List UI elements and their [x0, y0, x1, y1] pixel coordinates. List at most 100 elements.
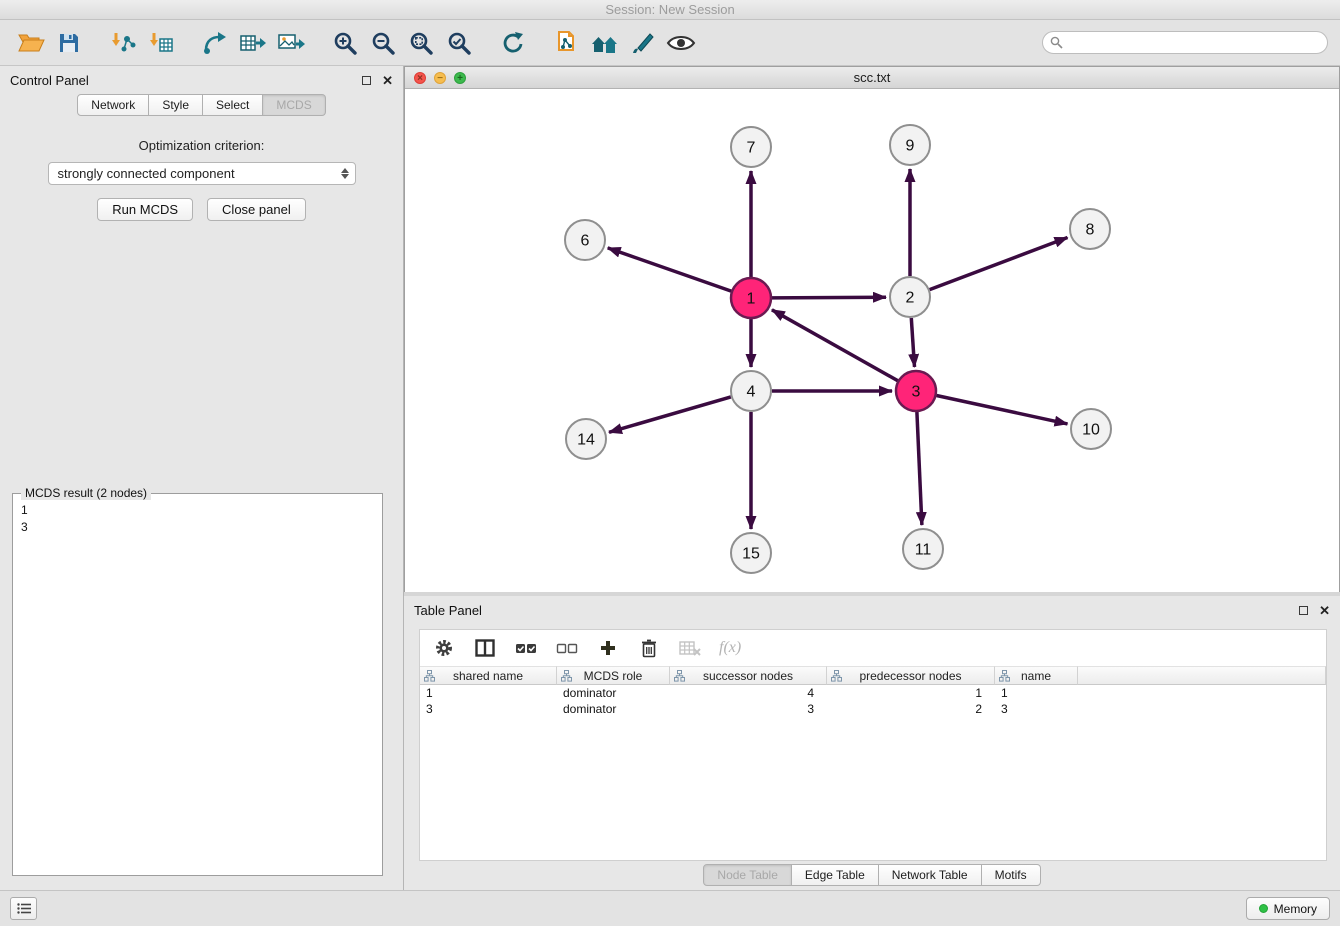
delete-column-icon[interactable] — [637, 636, 661, 660]
column-header-successor_nodes[interactable]: successor nodes — [670, 666, 827, 685]
refresh-view-icon[interactable] — [494, 24, 532, 62]
open-file-icon[interactable] — [12, 24, 50, 62]
network-view-window: × − + scc.txt 7 9 6 8 1 2 4 3 14 10 15 11 — [404, 66, 1340, 592]
node-4[interactable]: 4 — [731, 371, 771, 411]
tab-network-table[interactable]: Network Table — [879, 864, 982, 886]
node-table: f(x) shared nameMCDS rolesuccessor nodes… — [419, 629, 1327, 861]
maximize-window-icon[interactable]: + — [454, 72, 466, 84]
node-6[interactable]: 6 — [565, 220, 605, 260]
column-header-predecessor_nodes[interactable]: predecessor nodes — [827, 666, 995, 685]
window-title: Session: New Session — [605, 2, 734, 17]
network-view-title: scc.txt — [854, 70, 891, 85]
column-header-name[interactable]: name — [995, 666, 1078, 685]
memory-button[interactable]: Memory — [1246, 897, 1330, 920]
network-canvas[interactable]: 7 9 6 8 1 2 4 3 14 10 15 11 — [405, 89, 1339, 592]
close-panel-icon[interactable]: ✕ — [382, 76, 393, 85]
close-panel-button[interactable]: Close panel — [207, 198, 306, 221]
column-header-shared_name[interactable]: shared name — [420, 666, 557, 685]
tab-select[interactable]: Select — [203, 94, 263, 116]
node-label: 7 — [747, 140, 756, 157]
function-builder-icon: f(x) — [719, 639, 741, 657]
add-column-icon[interactable] — [596, 636, 620, 660]
zoom-in-icon[interactable] — [326, 24, 364, 62]
node-label: 11 — [915, 542, 932, 559]
clone-network-icon[interactable] — [548, 24, 586, 62]
zoom-out-icon[interactable] — [364, 24, 402, 62]
criterion-select-value: strongly connected component — [58, 166, 235, 181]
node-label: 14 — [577, 432, 595, 449]
run-mcds-button[interactable]: Run MCDS — [97, 198, 193, 221]
result-line: 1 — [21, 502, 374, 519]
node-10[interactable]: 10 — [1071, 409, 1111, 449]
node-9[interactable]: 9 — [890, 125, 930, 165]
table-header-row: shared nameMCDS rolesuccessor nodesprede… — [420, 666, 1326, 685]
node-11[interactable]: 11 — [903, 529, 943, 569]
cell-shared_name: 3 — [420, 702, 557, 716]
status-bar: Memory — [0, 890, 1340, 926]
zoom-fit-icon[interactable] — [402, 24, 440, 62]
zoom-selected-icon[interactable] — [440, 24, 478, 62]
table-row[interactable]: 3dominator323 — [420, 701, 1326, 717]
tab-style[interactable]: Style — [149, 94, 203, 116]
control-panel-tabs: NetworkStyleSelectMCDS — [0, 94, 403, 116]
float-panel-icon[interactable] — [362, 76, 371, 85]
network-view-titlebar[interactable]: × − + scc.txt — [405, 67, 1339, 89]
split-panel-icon[interactable] — [473, 636, 497, 660]
node-15[interactable]: 15 — [731, 533, 771, 573]
search-input[interactable] — [1042, 31, 1328, 54]
control-panel-title: Control Panel — [10, 73, 89, 88]
export-table-icon[interactable] — [234, 24, 272, 62]
node-2[interactable]: 2 — [890, 277, 930, 317]
cell-shared_name: 1 — [420, 686, 557, 700]
edge-2-8[interactable] — [930, 238, 1068, 290]
edge-3-10[interactable] — [937, 396, 1068, 424]
search-box — [1042, 31, 1328, 54]
task-history-button[interactable] — [10, 897, 37, 920]
tab-motifs[interactable]: Motifs — [982, 864, 1041, 886]
control-panel: Control Panel ✕ NetworkStyleSelectMCDS O… — [0, 66, 404, 890]
show-hide-icon[interactable] — [662, 24, 700, 62]
criterion-select[interactable]: strongly connected component — [48, 162, 356, 185]
node-label: 1 — [747, 291, 756, 308]
select-stepper-icon — [341, 168, 349, 179]
import-table-icon[interactable] — [142, 24, 180, 62]
export-network-icon[interactable] — [196, 24, 234, 62]
edge-3-1[interactable] — [772, 310, 898, 381]
node-7[interactable]: 7 — [731, 127, 771, 167]
column-header-mcds_role[interactable]: MCDS role — [557, 666, 670, 685]
select-all-rows-icon[interactable] — [514, 636, 538, 660]
float-panel-icon[interactable] — [1299, 606, 1308, 615]
export-image-icon[interactable] — [272, 24, 310, 62]
optimization-criterion-label: Optimization criterion: — [0, 138, 403, 153]
close-panel-icon[interactable]: ✕ — [1319, 606, 1330, 615]
apply-style-icon[interactable] — [624, 24, 662, 62]
node-3[interactable]: 3 — [896, 371, 936, 411]
table-panel-tabs: Node TableEdge TableNetwork TableMotifs — [404, 864, 1340, 886]
tab-mcds[interactable]: MCDS — [263, 94, 325, 116]
minimize-window-icon[interactable]: − — [434, 72, 446, 84]
table-settings-icon[interactable] — [432, 636, 456, 660]
edge-2-3[interactable] — [911, 318, 914, 367]
tab-network[interactable]: Network — [77, 94, 149, 116]
tab-edge-table[interactable]: Edge Table — [792, 864, 879, 886]
deselect-all-rows-icon[interactable] — [555, 636, 579, 660]
table-row[interactable]: 1dominator411 — [420, 685, 1326, 701]
tab-node-table[interactable]: Node Table — [703, 864, 792, 886]
node-label: 8 — [1086, 222, 1095, 239]
window-titlebar: Session: New Session — [0, 0, 1340, 20]
edge-4-14[interactable] — [609, 397, 731, 432]
node-1[interactable]: 1 — [731, 278, 771, 318]
save-session-icon[interactable] — [50, 24, 88, 62]
edge-3-11[interactable] — [917, 412, 922, 525]
node-14[interactable]: 14 — [566, 419, 606, 459]
memory-status-icon — [1259, 904, 1268, 913]
edge-1-6[interactable] — [608, 248, 732, 291]
close-window-icon[interactable]: × — [414, 72, 426, 84]
import-network-icon[interactable] — [104, 24, 142, 62]
cell-predecessor_nodes: 2 — [827, 702, 995, 716]
home-icon[interactable] — [586, 24, 624, 62]
edge-1-2[interactable] — [772, 297, 886, 298]
node-label: 15 — [742, 546, 760, 563]
node-8[interactable]: 8 — [1070, 209, 1110, 249]
cell-name: 3 — [995, 702, 1078, 716]
